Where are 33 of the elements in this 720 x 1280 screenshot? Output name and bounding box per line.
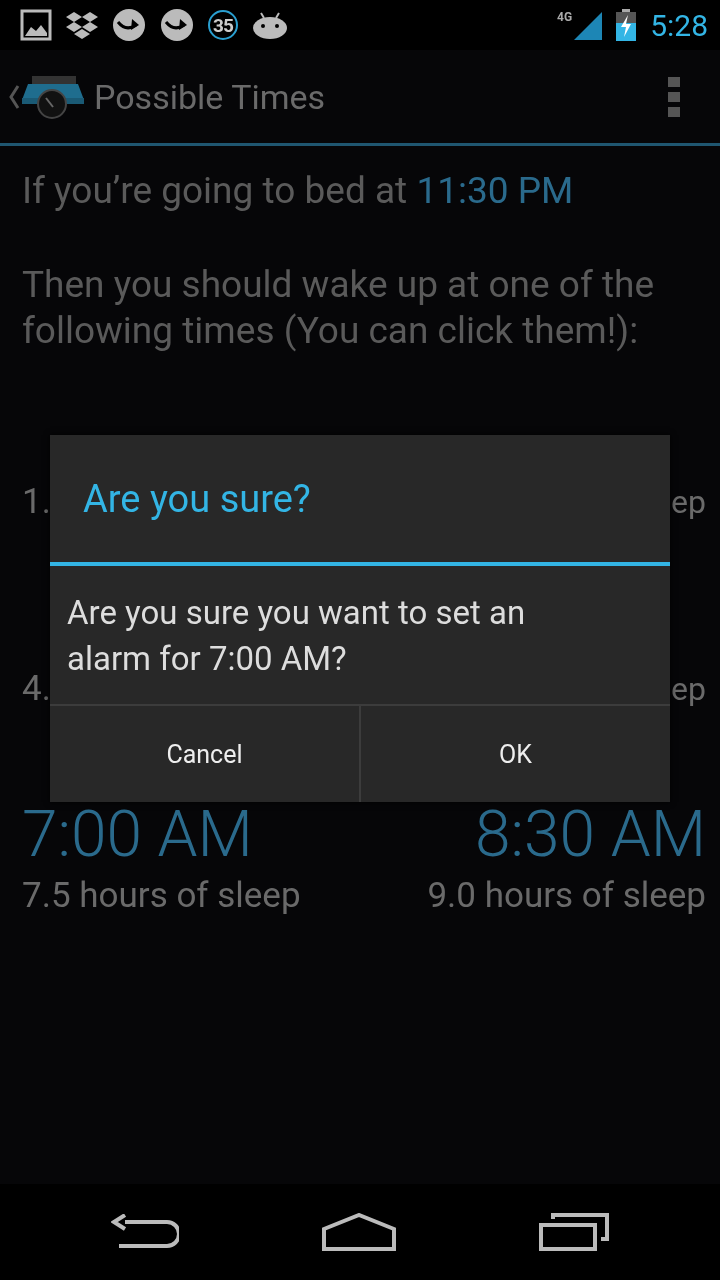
battery-icon xyxy=(616,9,637,41)
network-type: 4G xyxy=(557,10,573,24)
dialog-message: Are you sure you want to set an alarm for 7:00 AM? xyxy=(66,592,527,680)
arrow-circle-icon xyxy=(112,8,146,42)
sleep-duration: 4. xyxy=(22,667,51,711)
screen-title: Possible Times xyxy=(94,76,327,117)
notification-count: 35 xyxy=(208,10,238,40)
bedtime-value[interactable]: 11:30 PM xyxy=(416,169,574,212)
home-icon[interactable] xyxy=(322,1213,396,1251)
sleep-duration: 1. xyxy=(22,480,51,524)
bed-clock-icon xyxy=(22,73,84,120)
sleep-duration: ep xyxy=(671,482,706,523)
clock-time: 5:28 xyxy=(650,7,708,43)
dialog-title: Are you sure? xyxy=(83,476,311,521)
overflow-menu-icon[interactable] xyxy=(668,76,680,117)
bedtime-label: If you’re going to bed at xyxy=(22,169,408,212)
instructions-text: Then you should wake up at one of the following times (You can click them!): xyxy=(22,262,656,354)
signal-icon xyxy=(572,10,603,40)
sleep-duration: ep xyxy=(671,669,706,710)
sleep-duration: 9.0 hours of sleep xyxy=(427,874,706,918)
cancel-button[interactable]: Cancel xyxy=(50,706,359,802)
ok-button[interactable]: OK xyxy=(359,706,670,802)
sleep-duration: 7.5 hours of sleep xyxy=(22,874,301,918)
picture-icon xyxy=(20,9,52,41)
box-icon xyxy=(66,10,98,40)
recent-apps-icon[interactable] xyxy=(538,1213,609,1251)
robot-icon xyxy=(252,11,288,39)
up-button[interactable] xyxy=(8,73,84,120)
back-chevron-icon xyxy=(8,83,20,110)
arrow-circle-icon xyxy=(160,8,194,42)
wake-time[interactable]: 7:00 AM xyxy=(22,802,253,868)
wake-time[interactable]: 8:30 AM xyxy=(475,802,706,868)
back-icon[interactable] xyxy=(111,1214,180,1250)
